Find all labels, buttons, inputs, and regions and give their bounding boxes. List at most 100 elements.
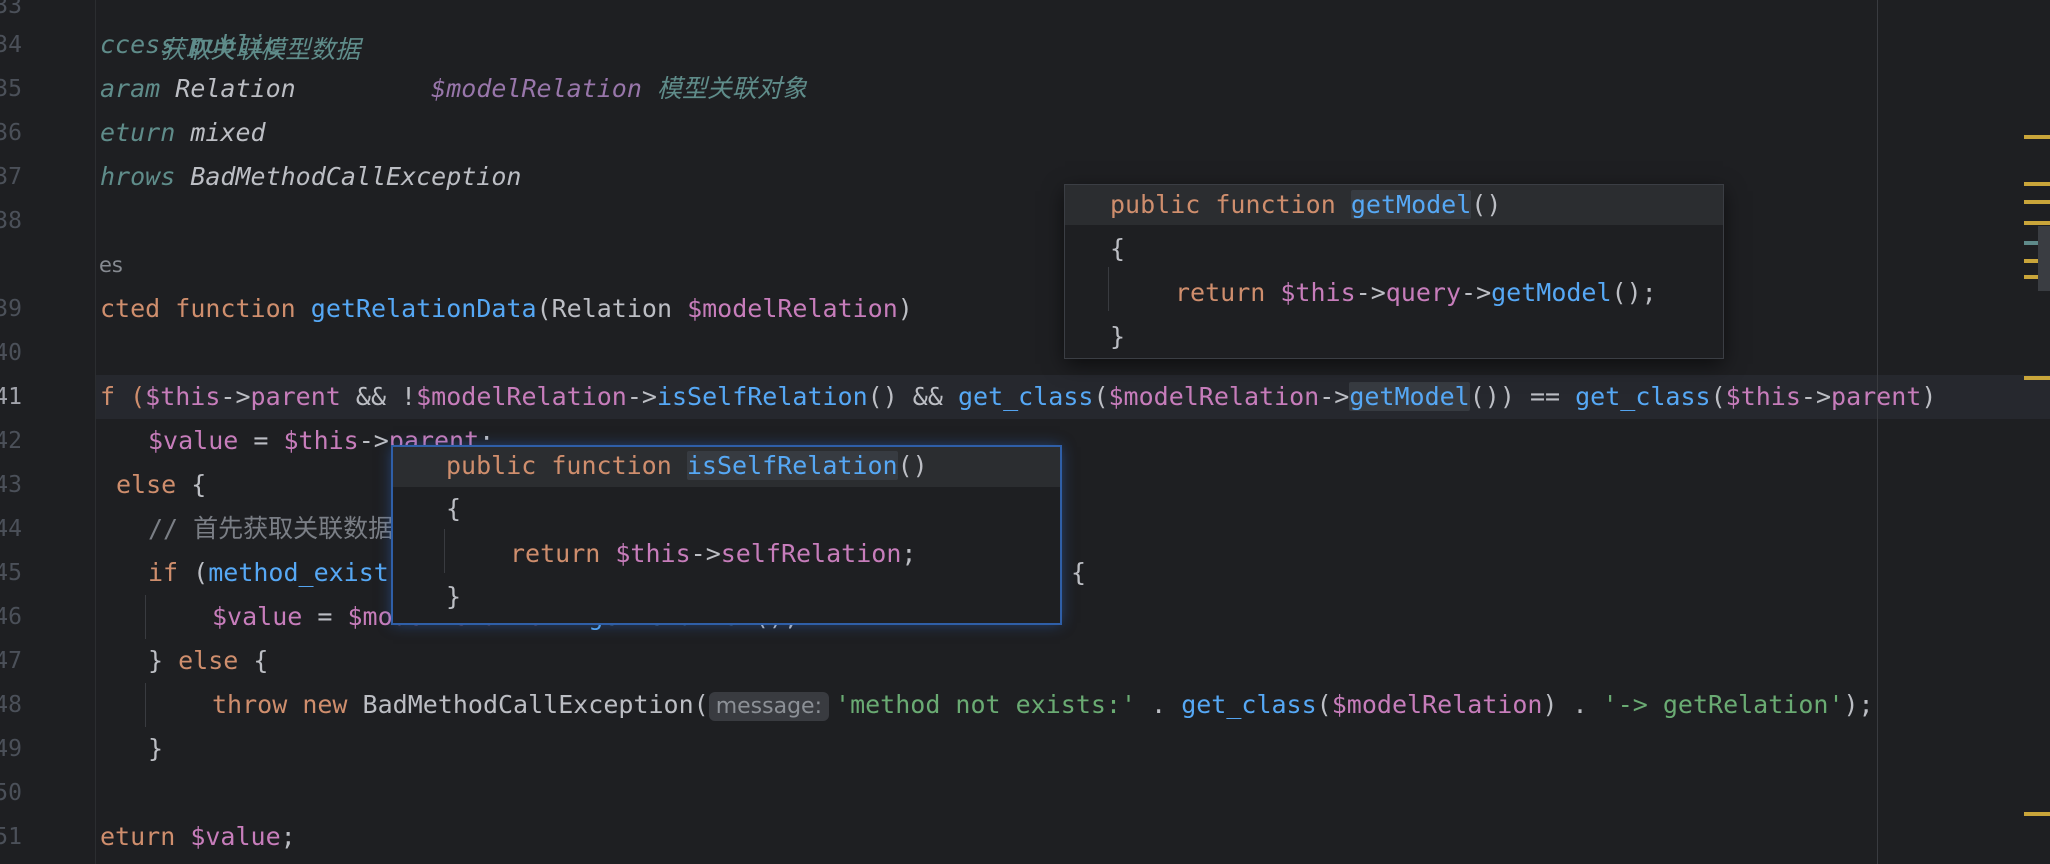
line-number: 43 xyxy=(0,472,22,498)
code-line-44[interactable]: // 首先获取关联数据 xyxy=(148,507,393,551)
code-line-39[interactable]: cted function getRelationData(Relation $… xyxy=(100,287,913,331)
variable: $modelRelation xyxy=(1331,690,1543,719)
punctuation: ) xyxy=(1921,382,1937,411)
keyword: else xyxy=(116,470,177,499)
property: selfRelation xyxy=(720,539,902,568)
code-line-45[interactable]: if (method_exists xyxy=(148,551,404,595)
doc-value: BadMethodCallException xyxy=(190,162,522,191)
indent-guide xyxy=(145,595,146,639)
code-editor[interactable]: 33 34 35 36 37 38 39 40 41 42 43 44 45 4… xyxy=(0,0,2050,864)
doc-tag: eturn xyxy=(100,118,176,147)
variable: $this xyxy=(145,382,221,411)
punctuation: ) xyxy=(897,294,913,323)
line-number: 37 xyxy=(0,164,22,190)
usages-hint[interactable]: es xyxy=(99,250,123,280)
line-number-active: 41 xyxy=(0,384,22,410)
punctuation: { xyxy=(1071,558,1087,587)
doc-type: Relation xyxy=(175,74,296,103)
doc-value: mixed xyxy=(190,118,266,147)
code-line-36[interactable]: eturn mixed xyxy=(100,111,266,155)
method-call[interactable]: isSelfRelation xyxy=(657,382,868,411)
punctuation: ; xyxy=(280,822,296,851)
keyword: function xyxy=(175,294,296,323)
punctuation: } xyxy=(446,582,462,611)
code-line-41[interactable]: f ($this->parent && !$modelRelation->isS… xyxy=(100,375,1936,419)
variable: $modelRelation xyxy=(687,294,898,323)
line-number: 39 xyxy=(0,296,22,322)
error-stripe-marker[interactable] xyxy=(2024,812,2050,816)
operator: . xyxy=(1136,690,1182,719)
operator: -> xyxy=(220,382,251,411)
code-line-49[interactable]: } xyxy=(148,727,163,771)
right-margin-guide xyxy=(1877,0,1878,864)
popup-signature: public function isSelfRelation() xyxy=(446,444,928,488)
punctuation: ); xyxy=(1843,690,1874,719)
error-stripe-marker[interactable] xyxy=(2024,182,2050,186)
line-number: 38 xyxy=(0,208,22,234)
code-line-45-tail: { xyxy=(1071,551,1086,595)
punctuation: { xyxy=(1110,234,1126,263)
function-call[interactable]: get_class xyxy=(1181,690,1316,719)
keyword: throw xyxy=(212,690,288,719)
doc-var: $modelRelation xyxy=(431,74,642,103)
code-line-34[interactable]: ccess public xyxy=(100,23,281,67)
line-number: 46 xyxy=(0,604,22,630)
function-call[interactable]: get_class xyxy=(958,382,1093,411)
punctuation: { xyxy=(176,470,207,499)
gutter-separator xyxy=(95,0,96,864)
error-stripe-marker[interactable] xyxy=(2024,221,2050,225)
code-line-37[interactable]: hrows BadMethodCallException xyxy=(100,155,521,199)
line-number: 48 xyxy=(0,692,22,718)
doc-tag: hrows xyxy=(100,162,176,191)
punctuation: ( xyxy=(1316,690,1332,719)
scrollbar-thumb[interactable] xyxy=(2038,226,2050,291)
operator: -> xyxy=(1800,382,1832,411)
keyword: new xyxy=(302,690,348,719)
popup-indent-guide xyxy=(1108,267,1109,311)
property: parent xyxy=(250,382,341,411)
keyword: function xyxy=(551,451,672,480)
line-number-gutter[interactable]: 33 34 35 36 37 38 39 40 41 42 43 44 45 4… xyxy=(0,0,95,864)
error-stripe-marker[interactable] xyxy=(2024,376,2050,380)
doc-description: 模型关联对象 xyxy=(656,74,807,103)
error-stripe-marker[interactable] xyxy=(2024,200,2050,204)
code-line-51[interactable]: eturn $value; xyxy=(100,815,296,859)
popup-close-brace: } xyxy=(1110,315,1125,359)
popup-indent-guide xyxy=(444,529,445,573)
function-call[interactable]: method_exists xyxy=(208,558,404,587)
string-literal: 'method not exists:' xyxy=(835,690,1137,719)
punctuation: ( xyxy=(178,558,209,587)
operator: () && xyxy=(867,382,958,411)
operator: && ! xyxy=(340,382,417,411)
code-line-47[interactable]: } else { xyxy=(148,639,268,683)
code-line-48[interactable]: throw new BadMethodCallException(message… xyxy=(212,683,1874,727)
punctuation: () xyxy=(1471,190,1502,219)
keyword: f ( xyxy=(100,382,146,411)
variable: $modelRelation xyxy=(416,382,627,411)
variable: $this xyxy=(615,539,691,568)
line-number: 40 xyxy=(0,340,22,366)
function-name-highlighted: getModel xyxy=(1350,190,1472,219)
method-call-highlighted[interactable]: getModel xyxy=(1349,382,1470,411)
punctuation: ; xyxy=(901,539,917,568)
line-number: 45 xyxy=(0,560,22,586)
variable: $this xyxy=(283,426,359,455)
code-line-35[interactable]: aram Relation $modelRelation 模型关联对象 xyxy=(100,67,807,111)
operator: -> xyxy=(1319,382,1350,411)
code-line-43[interactable]: else { xyxy=(116,463,206,507)
line-number: 47 xyxy=(0,648,22,674)
line-number: 35 xyxy=(0,76,22,102)
error-stripe-marker[interactable] xyxy=(2024,135,2050,139)
punctuation: { xyxy=(446,494,462,523)
punctuation: } xyxy=(1110,322,1126,351)
doc-tag: aram xyxy=(100,74,161,103)
variable: $modelRelation xyxy=(1108,382,1320,411)
function-call[interactable]: get_class xyxy=(1575,382,1710,411)
definition-popup-getmodel[interactable]: public function getModel() { return $thi… xyxy=(1065,185,1723,358)
keyword: if xyxy=(148,558,179,587)
punctuation: (Relation xyxy=(536,294,688,323)
definition-popup-isselfrelation[interactable]: public function isSelfRelation() { retur… xyxy=(393,447,1060,623)
line-number: 51 xyxy=(0,824,22,850)
keyword: return xyxy=(510,539,601,568)
parameter-name-hint: message: xyxy=(708,692,830,721)
